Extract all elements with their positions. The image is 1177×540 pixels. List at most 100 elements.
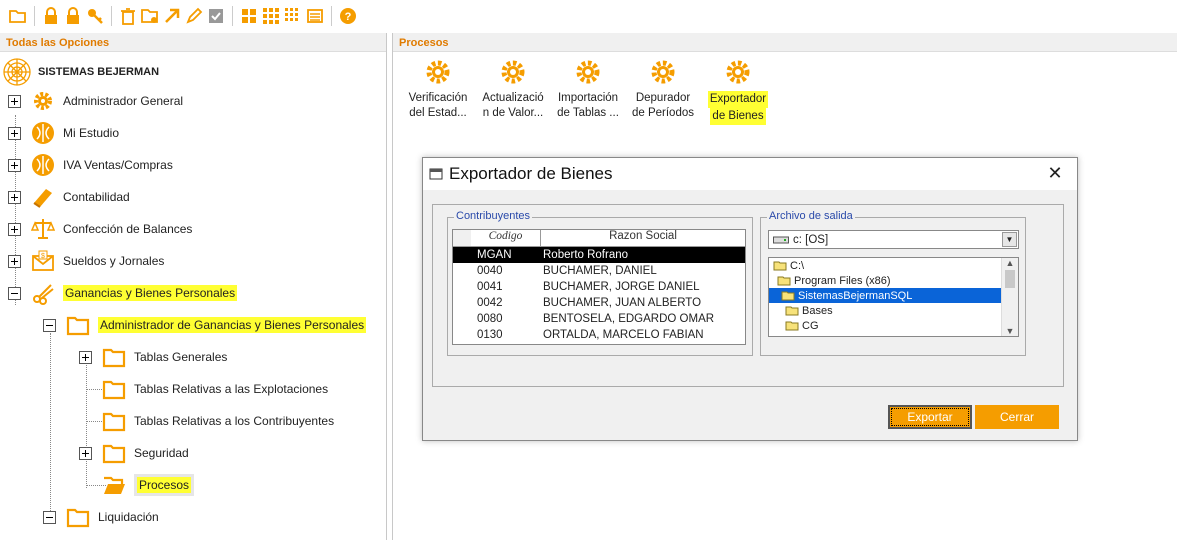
help-icon[interactable]: ? bbox=[338, 6, 358, 26]
tree-item-label: Seguridad bbox=[134, 446, 189, 460]
dir-item[interactable]: Bases bbox=[769, 303, 1018, 318]
drive-select[interactable]: c: [OS] ▼ bbox=[768, 230, 1019, 249]
tree-item-seguridad[interactable]: Seguridad bbox=[79, 441, 189, 465]
checkbox-icon[interactable] bbox=[206, 6, 226, 26]
trash-icon[interactable] bbox=[118, 6, 138, 26]
grid-medium-icon[interactable] bbox=[261, 6, 281, 26]
expand-button[interactable] bbox=[79, 446, 92, 460]
grid-small-icon[interactable] bbox=[283, 6, 303, 26]
tree-item-tablas-contribuyentes[interactable]: Tablas Relativas a los Contribuyentes bbox=[92, 409, 334, 433]
expand-button[interactable] bbox=[8, 222, 21, 236]
column-header-codigo[interactable]: Codigo bbox=[453, 230, 541, 246]
tree-item-balances[interactable]: Confección de Balances bbox=[8, 217, 192, 241]
contribuyentes-label: Contribuyentes bbox=[454, 210, 532, 222]
chevron-down-icon[interactable]: ▼ bbox=[1002, 232, 1017, 247]
process-importacion[interactable]: Importación de Tablas ... bbox=[550, 59, 626, 121]
table-row[interactable]: 0041 BUCHAMER, JORGE DANIEL bbox=[453, 279, 745, 295]
folder-icon bbox=[66, 505, 90, 529]
expand-button[interactable] bbox=[8, 126, 21, 140]
envelope-money-icon: $ bbox=[31, 249, 55, 273]
expand-button[interactable] bbox=[8, 158, 21, 172]
tree-item-mi-estudio[interactable]: Mi Estudio bbox=[8, 121, 119, 145]
edit-pencil-icon[interactable] bbox=[184, 6, 204, 26]
tree-item-tablas-generales[interactable]: Tablas Generales bbox=[79, 345, 227, 369]
folder-open-icon[interactable] bbox=[8, 6, 28, 26]
cell-code: 0130 bbox=[477, 329, 503, 341]
collapse-button[interactable] bbox=[43, 318, 56, 332]
tree-item-contabilidad[interactable]: Contabilidad bbox=[8, 185, 130, 209]
table-row[interactable]: 0080 BENTOSELA, EDGARDO OMAR bbox=[453, 311, 745, 327]
lock-icon[interactable] bbox=[63, 6, 83, 26]
tree-root[interactable]: SISTEMAS BEJERMAN bbox=[2, 57, 159, 87]
column-header-razon-social[interactable]: Razon Social bbox=[541, 230, 745, 246]
tree-item-procesos[interactable]: Procesos bbox=[92, 473, 195, 497]
folder-icon bbox=[102, 409, 126, 433]
dir-item[interactable]: C:\ bbox=[769, 258, 1018, 273]
table-row[interactable]: 0130 ORTALDA, MARCELO FABIAN bbox=[453, 327, 745, 343]
close-icon[interactable]: ✕ bbox=[1045, 163, 1065, 184]
contribuyentes-grid[interactable]: Codigo Razon Social MGAN Roberto Rofrano … bbox=[452, 229, 746, 345]
tree-item-administrador-general[interactable]: Administrador General bbox=[8, 89, 183, 113]
export-button[interactable]: Exportar bbox=[888, 405, 972, 429]
process-label-line1: Verificación bbox=[408, 92, 468, 104]
process-label-line2: del Estad... bbox=[409, 107, 467, 119]
process-exportador[interactable]: Exportador de Bienes bbox=[700, 59, 776, 125]
grid-large-icon[interactable] bbox=[239, 6, 259, 26]
expand-button[interactable] bbox=[79, 350, 92, 364]
process-label-line2: de Bienes bbox=[710, 108, 766, 125]
close-button[interactable]: Cerrar bbox=[975, 405, 1059, 429]
collapse-button[interactable] bbox=[43, 510, 56, 524]
cell-name: ORTALDA, MARCELO FABIAN bbox=[543, 329, 704, 341]
scroll-thumb[interactable] bbox=[1005, 270, 1015, 288]
dir-item-label: Program Files (x86) bbox=[794, 274, 891, 287]
tree-item-sueldos[interactable]: $ Sueldos y Jornales bbox=[8, 249, 164, 273]
lock-icon[interactable] bbox=[41, 6, 61, 26]
expand-button[interactable] bbox=[8, 190, 21, 204]
dir-item[interactable]: SistemasBejermanSQL bbox=[769, 288, 1018, 303]
collapse-button[interactable] bbox=[8, 286, 21, 300]
folder-icon bbox=[785, 306, 799, 316]
toolbar-separator bbox=[232, 5, 233, 26]
process-label-line2: n de Valor... bbox=[482, 107, 544, 119]
cell-code: 0042 bbox=[477, 297, 503, 309]
table-row[interactable]: MGAN Roberto Rofrano bbox=[453, 247, 745, 263]
expand-button[interactable] bbox=[8, 94, 21, 108]
folder-settings-icon[interactable] bbox=[140, 6, 160, 26]
directory-list[interactable]: C:\ Program Files (x86) SistemasBejerman… bbox=[768, 257, 1019, 337]
tree-item-liquidacion[interactable]: Liquidación bbox=[43, 505, 159, 529]
tree-connector bbox=[86, 363, 87, 488]
dir-item[interactable]: CG bbox=[769, 318, 1018, 333]
directory-scrollbar[interactable]: ▲ ▼ bbox=[1001, 258, 1018, 336]
scale-icon bbox=[31, 217, 55, 241]
table-row[interactable]: 0042 BUCHAMER, JUAN ALBERTO bbox=[453, 295, 745, 311]
grid-header: Codigo Razon Social bbox=[453, 230, 745, 247]
list-icon[interactable] bbox=[305, 6, 325, 26]
tree-item-tablas-explotaciones[interactable]: Tablas Relativas a las Explotaciones bbox=[92, 377, 328, 401]
scroll-down-icon[interactable]: ▼ bbox=[1002, 326, 1018, 336]
gear-icon bbox=[31, 89, 55, 113]
process-label-line2: de Períodos bbox=[631, 107, 694, 119]
book-icon bbox=[31, 185, 55, 209]
key-icon[interactable] bbox=[85, 6, 105, 26]
dialog-titlebar[interactable]: Exportador de Bienes bbox=[423, 158, 1077, 190]
dir-item-label: SistemasBejermanSQL bbox=[798, 289, 913, 302]
tree-item-iva[interactable]: IVA Ventas/Compras bbox=[8, 153, 173, 177]
folder-icon bbox=[102, 441, 126, 465]
tree-item-administrador-ganancias[interactable]: Administrador de Ganancias y Bienes Pers… bbox=[43, 313, 367, 337]
expand-button[interactable] bbox=[8, 254, 21, 268]
tree-item-label-text: Procesos bbox=[137, 477, 192, 493]
tree-item-label: Mi Estudio bbox=[63, 126, 120, 140]
export-arrow-icon[interactable] bbox=[162, 6, 182, 26]
folder-icon bbox=[785, 321, 799, 331]
window-icon bbox=[429, 168, 443, 180]
process-actualizacion[interactable]: Actualizació n de Valor... bbox=[475, 59, 551, 121]
tree-item-label: Ganancias y Bienes Personales bbox=[63, 285, 238, 301]
folder-open-icon bbox=[773, 261, 787, 271]
scroll-up-icon[interactable]: ▲ bbox=[1002, 258, 1018, 268]
dir-item[interactable]: Program Files (x86) bbox=[769, 273, 1018, 288]
table-row[interactable]: 0040 BUCHAMER, DANIEL bbox=[453, 263, 745, 279]
process-verificacion[interactable]: Verificación del Estad... bbox=[400, 59, 476, 121]
module-circle-icon bbox=[31, 153, 55, 177]
tree-item-ganancias[interactable]: Ganancias y Bienes Personales bbox=[8, 281, 238, 305]
process-depurador[interactable]: Depurador de Períodos bbox=[625, 59, 701, 121]
